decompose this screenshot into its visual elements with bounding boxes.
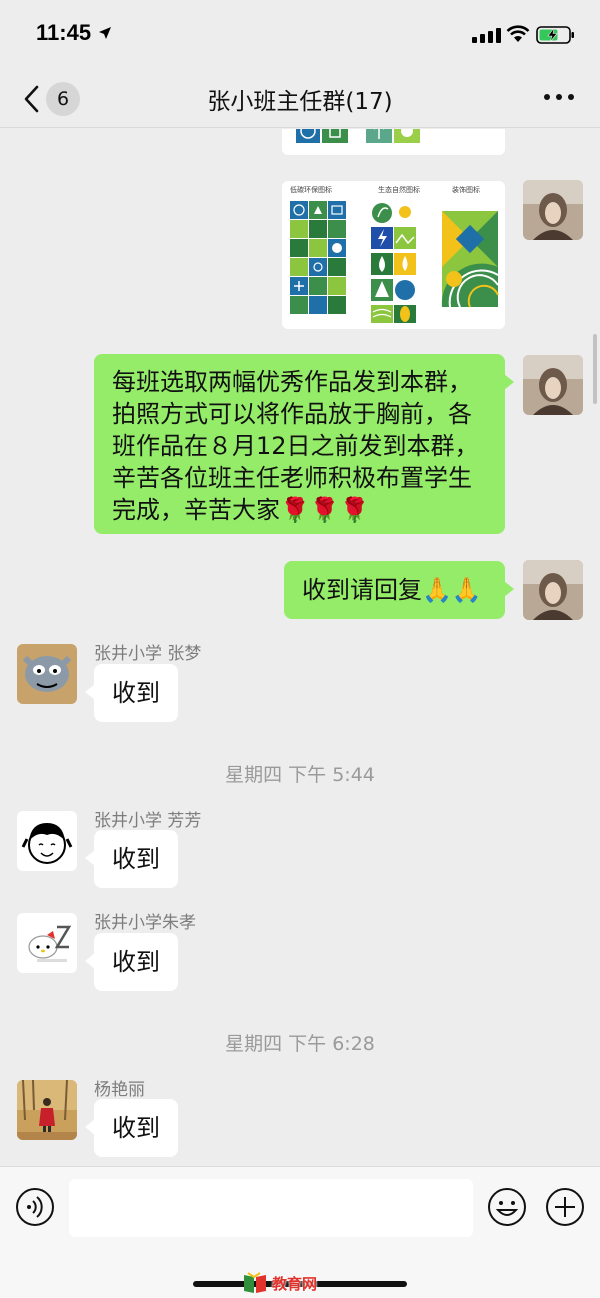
avatar-sender[interactable]: [17, 1080, 77, 1140]
message-input[interactable]: [69, 1179, 473, 1237]
message-list[interactable]: 低碳环保图标 生态自然图标 装饰图标 每班选取两幅优秀作品发到本群， 拍照方式可…: [0, 129, 600, 1166]
timestamp: 星期四 下午 6:28: [225, 1033, 375, 1055]
chat-title: 张小班主任群(17): [207, 89, 393, 115]
sender-name: 张井小学 芳芳: [94, 811, 202, 831]
image-message-partial[interactable]: [282, 129, 505, 155]
received-message-bubble[interactable]: 收到: [85, 1099, 178, 1157]
avatar-sender[interactable]: [17, 644, 77, 704]
avatar-self[interactable]: [523, 355, 583, 415]
sender-name: 张井小学朱孝: [94, 913, 196, 933]
watermark-logo: 教育网: [242, 1271, 317, 1295]
wifi-icon: [506, 25, 530, 42]
input-bar: 教育网: [0, 1166, 600, 1298]
message-line: 拍照方式可以将作品放于胸前，各: [112, 400, 472, 428]
plus-icon[interactable]: [545, 1187, 585, 1227]
avatar-self[interactable]: [523, 560, 583, 620]
emoji-icon[interactable]: [487, 1187, 527, 1227]
message-line: 完成，辛苦大家🌹🌹🌹: [112, 496, 370, 524]
message-line: 辛苦各位班主任老师积极布置学生: [112, 464, 472, 492]
avatar-sender[interactable]: [17, 811, 77, 871]
location-arrow-icon: [99, 27, 111, 39]
nav-bar: 6 张小班主任群(17): [0, 70, 600, 128]
message-line: 班作品在８月12日之前发到本群，: [112, 432, 479, 460]
sender-name: 张井小学 张梦: [94, 644, 202, 664]
watermark-text: 教育网: [272, 1274, 318, 1293]
more-icon[interactable]: [544, 94, 574, 100]
image-message-poster[interactable]: 低碳环保图标 生态自然图标 装饰图标: [282, 181, 505, 329]
avatar-sender[interactable]: [17, 913, 77, 973]
sent-message-bubble[interactable]: 收到请回复🙏🙏: [284, 561, 514, 619]
chevron-left-icon[interactable]: [22, 84, 40, 114]
timestamp: 星期四 下午 5:44: [225, 764, 375, 786]
sender-name: 杨艳丽: [94, 1080, 145, 1100]
received-message-bubble[interactable]: 收到: [85, 664, 178, 722]
poster-fragment-image: [296, 129, 420, 143]
message-text: 收到请回复🙏🙏: [302, 576, 482, 604]
unread-count-badge[interactable]: 6: [46, 82, 80, 116]
battery-charging-icon: [536, 26, 574, 44]
voice-icon[interactable]: [15, 1187, 55, 1227]
received-message-bubble[interactable]: 收到: [85, 830, 178, 888]
icon-poster-image: [290, 201, 499, 323]
signal-icon: [472, 28, 501, 43]
scrollbar[interactable]: [593, 334, 597, 404]
sent-message-bubble[interactable]: 每班选取两幅优秀作品发到本群， 拍照方式可以将作品放于胸前，各 班作品在８月12…: [94, 354, 514, 534]
book-logo-icon: [244, 1272, 266, 1293]
avatar-self[interactable]: [523, 180, 583, 240]
status-bar: 11:45: [0, 0, 600, 70]
received-message-bubble[interactable]: 收到: [85, 933, 178, 991]
status-time: 11:45: [36, 20, 92, 45]
message-line: 每班选取两幅优秀作品发到本群，: [112, 368, 472, 396]
